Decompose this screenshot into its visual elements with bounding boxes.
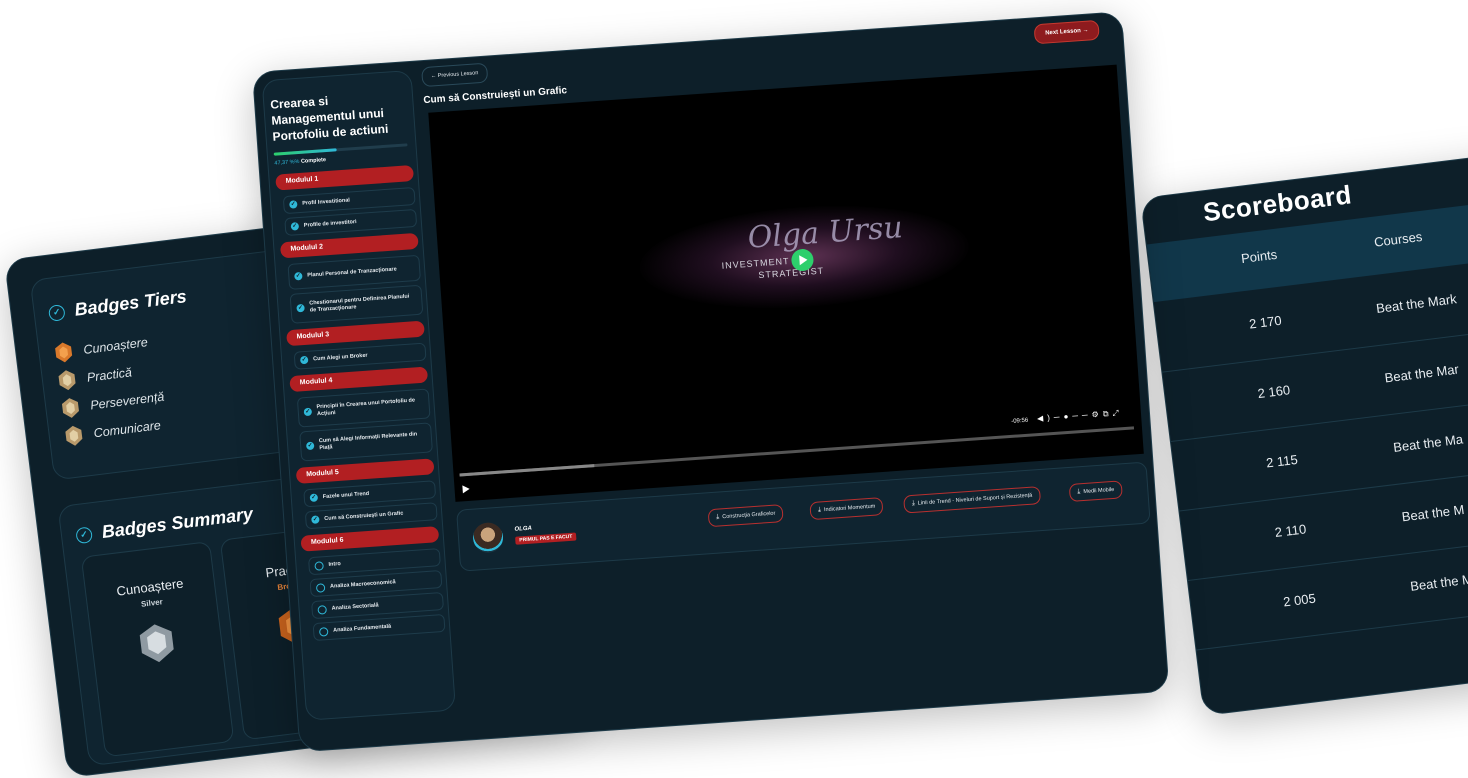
lesson-item[interactable]: ✓ Chestionarul pentru Definirea Planului … xyxy=(289,284,424,324)
download-button[interactable]: ⤓ Indicatori Momentum xyxy=(809,497,884,521)
author-name: OLGA xyxy=(514,525,533,533)
download-button[interactable]: ⤓ Medii Mobile xyxy=(1068,480,1123,502)
module-5[interactable]: Modulul 5 xyxy=(295,458,435,484)
download-icon: ⤓ xyxy=(911,499,916,508)
empty-circle-icon xyxy=(314,560,324,571)
download-button[interactable]: ⤓ Linii de Trend - Niveluri de Suport și … xyxy=(903,486,1041,514)
next-lesson-button[interactable]: Next Lesson → xyxy=(1033,19,1101,45)
module-4[interactable]: Modulul 4 xyxy=(289,366,429,393)
tier-item: Practică xyxy=(56,361,133,392)
module-6[interactable]: Modulul 6 xyxy=(300,526,440,552)
check-circle-icon: ✓ xyxy=(75,525,94,544)
check-icon: ✓ xyxy=(296,303,305,313)
module-2[interactable]: Modulul 2 xyxy=(279,232,419,259)
progress-text: 47,37 %% Complete xyxy=(274,157,327,167)
arrow-right-icon: → xyxy=(1082,27,1089,34)
empty-circle-icon xyxy=(315,582,326,593)
scoreboard-card: Scoreboard Points Courses 2 170 Beat the… xyxy=(1140,146,1468,717)
avatar xyxy=(472,521,505,554)
empty-circle-icon xyxy=(317,604,327,615)
check-icon: ✓ xyxy=(289,200,298,209)
lesson-item-active[interactable]: ✓ Cum să Construiești un Grafic xyxy=(304,502,438,530)
fullscreen-icon[interactable]: ⤢ xyxy=(1112,408,1123,418)
lesson-item[interactable]: ✓ Planul Personal de Tranzacționare xyxy=(287,254,421,290)
check-icon: ✓ xyxy=(294,271,303,281)
course-title: Crearea si Managementul unui Portofoliu … xyxy=(269,93,389,144)
check-icon: ✓ xyxy=(299,355,309,365)
gold-badge-icon xyxy=(58,370,76,391)
module-3[interactable]: Modulul 3 xyxy=(286,320,425,347)
check-icon: ✓ xyxy=(290,222,300,231)
column-header-points: Points xyxy=(1240,246,1278,267)
lesson-item[interactable]: Analiza Fundamentală xyxy=(312,613,446,642)
video-controls[interactable]: ◀)─●──⚙⧉⤢ xyxy=(1037,408,1123,424)
check-icon: ✓ xyxy=(303,407,313,417)
lesson-item[interactable]: ✓ Cum să Alegi Informații Relevante din P… xyxy=(299,422,433,462)
progress-bar xyxy=(273,143,408,156)
video-progress-fill xyxy=(459,464,595,477)
tier-item: Comunicare xyxy=(63,414,162,448)
download-button[interactable]: ⤓ Construcția Graficelor xyxy=(707,504,784,528)
download-icon: ⤓ xyxy=(715,513,720,521)
module-1[interactable]: Modulul 1 xyxy=(275,165,414,191)
download-icon: ⤓ xyxy=(1077,488,1081,496)
check-circle-icon: ✓ xyxy=(47,303,66,322)
settings-icon[interactable]: ⚙ xyxy=(1091,409,1103,419)
download-icon: ⤓ xyxy=(817,506,822,514)
video-player[interactable]: Olga Ursu INVESTMENT STRATEGIST -09:56 ◀… xyxy=(428,64,1144,502)
course-sidebar: Crearea si Managementul unui Portofoliu … xyxy=(261,69,457,721)
check-icon: ✓ xyxy=(305,441,315,451)
popout-icon[interactable]: ⧉ xyxy=(1102,409,1112,419)
check-icon: ✓ xyxy=(309,493,319,502)
arrow-left-icon: ← xyxy=(430,73,437,80)
lesson-title: Cum să Construiești un Grafic xyxy=(423,85,568,107)
gold-badge-icon xyxy=(61,398,79,418)
progress-bar-fill xyxy=(273,148,338,156)
author-tag: PRIMUL PAS E FACUT xyxy=(515,532,577,545)
lesson-item[interactable]: ✓ Profile de investitori xyxy=(284,208,418,237)
tier-item: Cunoaștere xyxy=(52,331,149,364)
silver-badge-icon xyxy=(139,624,174,663)
volume-slider[interactable]: ─●── xyxy=(1054,410,1092,422)
play-icon[interactable] xyxy=(462,484,470,494)
lesson-item[interactable]: ✓ Cum Alegi un Broker xyxy=(293,342,427,370)
badges-tiers-title: ✓ Badges Tiers xyxy=(47,286,188,324)
badge-summary-silver[interactable]: Cunoaștere Silver xyxy=(80,541,235,758)
volume-icon[interactable]: ◀) xyxy=(1037,413,1054,423)
lesson-item[interactable]: ✓ Principii în Crearea unui Portofoliu de… xyxy=(296,388,431,428)
empty-circle-icon xyxy=(318,626,329,637)
check-icon: ✓ xyxy=(311,515,320,524)
gold-badge-icon xyxy=(65,425,83,446)
bronze-badge-icon xyxy=(55,342,73,363)
column-header-courses: Courses xyxy=(1373,228,1424,250)
video-time: -09:56 xyxy=(1011,417,1029,425)
previous-lesson-button[interactable]: ← Previous Lesson xyxy=(421,62,489,88)
course-player-card: Crearea si Managementul unui Portofoliu … xyxy=(252,11,1170,753)
